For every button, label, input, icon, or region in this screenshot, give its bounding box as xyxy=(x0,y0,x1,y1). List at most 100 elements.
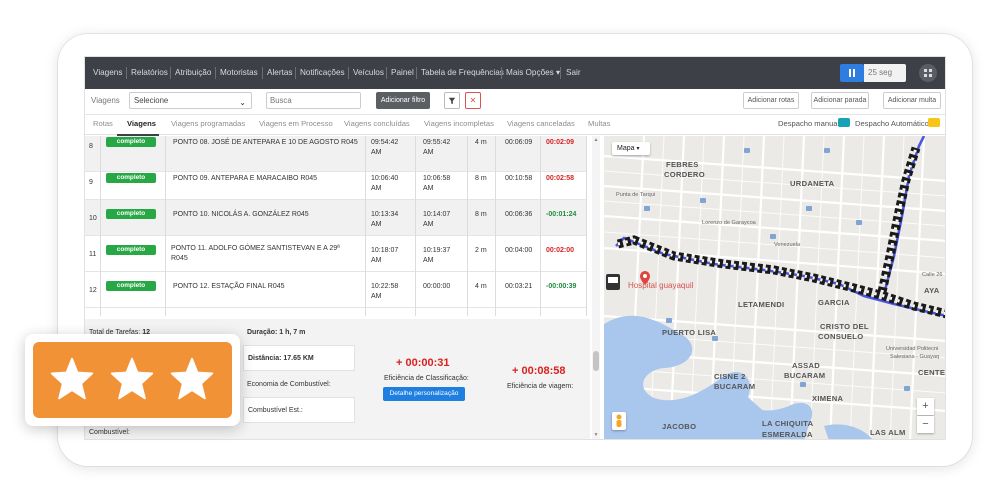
status-badge: completo xyxy=(106,173,156,183)
row-number: 9 xyxy=(89,179,93,186)
rating-card xyxy=(25,334,240,426)
tab-viagens-em-processo[interactable]: Viagens em Processo xyxy=(259,119,333,128)
map-type-select[interactable]: Mapa ▾ xyxy=(612,142,650,155)
table-row[interactable]: 12 completo PONTO 12. ESTAÇÃO FINAL R045… xyxy=(85,272,587,308)
filter-icon[interactable] xyxy=(444,92,460,109)
legend-manual-label: Despacho manual xyxy=(778,119,840,128)
nav-separator xyxy=(501,67,502,79)
nav-veiculos[interactable]: Veículos xyxy=(353,57,384,89)
map-label: CENTE xyxy=(918,368,946,377)
duration: 2 m xyxy=(475,247,487,254)
scroll-thumb[interactable] xyxy=(593,351,599,371)
bus-stop-icon xyxy=(904,386,910,391)
map-label: LETAMENDI xyxy=(738,300,785,309)
add-fine-button[interactable]: Adicionar multa xyxy=(883,92,941,109)
street-view-icon[interactable] xyxy=(612,412,626,430)
tab-viagens-incompletas[interactable]: Viagens incompletas xyxy=(424,119,494,128)
bus-stop-icon xyxy=(856,220,862,225)
nav-viagens[interactable]: Viagens xyxy=(93,57,122,89)
zoom-in-button[interactable]: + xyxy=(917,398,934,415)
table-row[interactable]: 11 completo PONTO 11. ADOLFO GÓMEZ SANTI… xyxy=(85,236,587,272)
map-label: JACOBO xyxy=(662,422,697,431)
table-row[interactable]: 10 completo PONTO 10. NICOLÁS A. GONZÁLE… xyxy=(85,200,587,236)
nav-separator xyxy=(126,67,127,79)
nav-tabela-frequencias[interactable]: Tabela de Frequências xyxy=(421,57,504,89)
elapsed-time: 00:10:58 xyxy=(505,175,533,182)
trip-select[interactable]: Selecione ⌄ xyxy=(129,92,252,109)
status-badge: completo xyxy=(106,281,156,291)
add-stop-button[interactable]: Adicionar parada xyxy=(811,92,869,109)
table-scrollbar[interactable]: ▲ ▼ xyxy=(592,136,600,439)
actual-ampm: AM xyxy=(423,185,434,192)
map-label: ASSAD xyxy=(792,361,821,370)
bus-stop-icon xyxy=(644,206,650,211)
add-filter-button[interactable]: Adicionar filtro xyxy=(376,92,430,109)
nav-painel[interactable]: Painel xyxy=(391,57,414,89)
nav-separator xyxy=(295,67,296,79)
refresh-interval[interactable]: 25 seg xyxy=(864,64,906,82)
nav-separator xyxy=(262,67,263,79)
nav-alertas[interactable]: Alertas xyxy=(267,57,292,89)
tab-viagens-canceladas[interactable]: Viagens canceladas xyxy=(507,119,575,128)
delay-value: -00:01:24 xyxy=(546,211,577,218)
route-map[interactable]: Mapa ▾ FEBRES CORDERO URDANETA LETAMENDI… xyxy=(604,136,946,439)
tab-rotas[interactable]: Rotas xyxy=(93,119,113,128)
rating-panel xyxy=(33,342,232,418)
nav-motoristas[interactable]: Motoristas xyxy=(220,57,258,89)
nav-separator xyxy=(416,67,417,79)
pause-button[interactable] xyxy=(840,64,864,82)
street-label: Calle 26 xyxy=(922,272,943,278)
table-row[interactable]: 9 completo PONTO 09. ANTEPARA E MARACAIB… xyxy=(85,164,587,200)
tab-multas[interactable]: Multas xyxy=(588,119,610,128)
stop-name: PONTO 09. ANTEPARA E MARACAIBO R045 xyxy=(173,175,318,182)
trip-efficiency-value: + 00:08:58 xyxy=(512,365,566,377)
add-routes-button[interactable]: Adicionar rotas xyxy=(743,92,799,109)
nav-separator xyxy=(170,67,171,79)
planned-ampm: AM xyxy=(371,221,382,228)
clear-filter-button[interactable]: ✕ xyxy=(465,92,481,109)
search-input[interactable] xyxy=(266,92,361,109)
planned-time: 09:54:42 xyxy=(371,139,399,146)
classification-efficiency-value: + 00:00:31 xyxy=(396,357,450,369)
tab-viagens-concluidas[interactable]: Viagens concluídas xyxy=(344,119,410,128)
planned-time: 10:18:07 xyxy=(371,247,399,254)
actual-time: 00:00:00 xyxy=(423,283,451,290)
nav-notificacoes[interactable]: Notificações xyxy=(300,57,345,89)
nav-separator xyxy=(386,67,387,79)
stop-name: PONTO 12. ESTAÇÃO FINAL R045 xyxy=(173,283,285,290)
nav-relatorios[interactable]: Relatórios xyxy=(131,57,168,89)
zoom-out-button[interactable]: − xyxy=(917,416,934,433)
planned-ampm: AM xyxy=(371,257,382,264)
nav-sair[interactable]: Sair xyxy=(566,57,581,89)
detail-customization-button[interactable]: Detalhe personalização xyxy=(383,387,465,401)
map-label: CISNE 2 xyxy=(714,372,746,381)
column-divider xyxy=(415,136,416,316)
distance-value: Distância: 17.65 KM xyxy=(248,355,314,362)
actual-time: 10:06:58 xyxy=(423,175,451,182)
nav-separator xyxy=(560,67,561,79)
distance-box: Distância: 17.65 KM xyxy=(243,345,355,371)
bus-stop-icon xyxy=(806,206,812,211)
actual-ampm: AM xyxy=(423,221,434,228)
filter-bar: Viagens Selecione ⌄ Adicionar filtro ✕ A… xyxy=(85,89,945,115)
scroll-down-icon[interactable]: ▼ xyxy=(593,432,599,438)
scroll-up-icon[interactable]: ▲ xyxy=(593,137,599,143)
bus-stop-icon xyxy=(700,198,706,203)
column-divider xyxy=(467,136,468,316)
planned-time: 10:13:34 xyxy=(371,211,399,218)
tab-viagens-programadas[interactable]: Viagens programadas xyxy=(171,119,245,128)
top-navbar: Viagens Relatórios Atribuição Motoristas… xyxy=(85,57,945,89)
filter-label: Viagens xyxy=(91,96,120,105)
bus-stop-icon xyxy=(824,148,830,153)
nav-atribuicao[interactable]: Atribuição xyxy=(175,57,211,89)
tab-viagens[interactable]: Viagens xyxy=(127,119,156,128)
actual-ampm: AM xyxy=(423,149,434,156)
nav-mais-opcoes[interactable]: Mais Opções ▾ xyxy=(506,57,560,89)
column-divider xyxy=(586,136,587,316)
fuel-economy-label: Economia de Combustível: xyxy=(247,381,331,388)
bus-stop-icon xyxy=(744,148,750,153)
star-icon xyxy=(110,357,154,400)
pause-icon xyxy=(853,69,855,77)
elapsed-time: 00:04:00 xyxy=(505,247,533,254)
apps-grid-button[interactable] xyxy=(919,64,937,82)
